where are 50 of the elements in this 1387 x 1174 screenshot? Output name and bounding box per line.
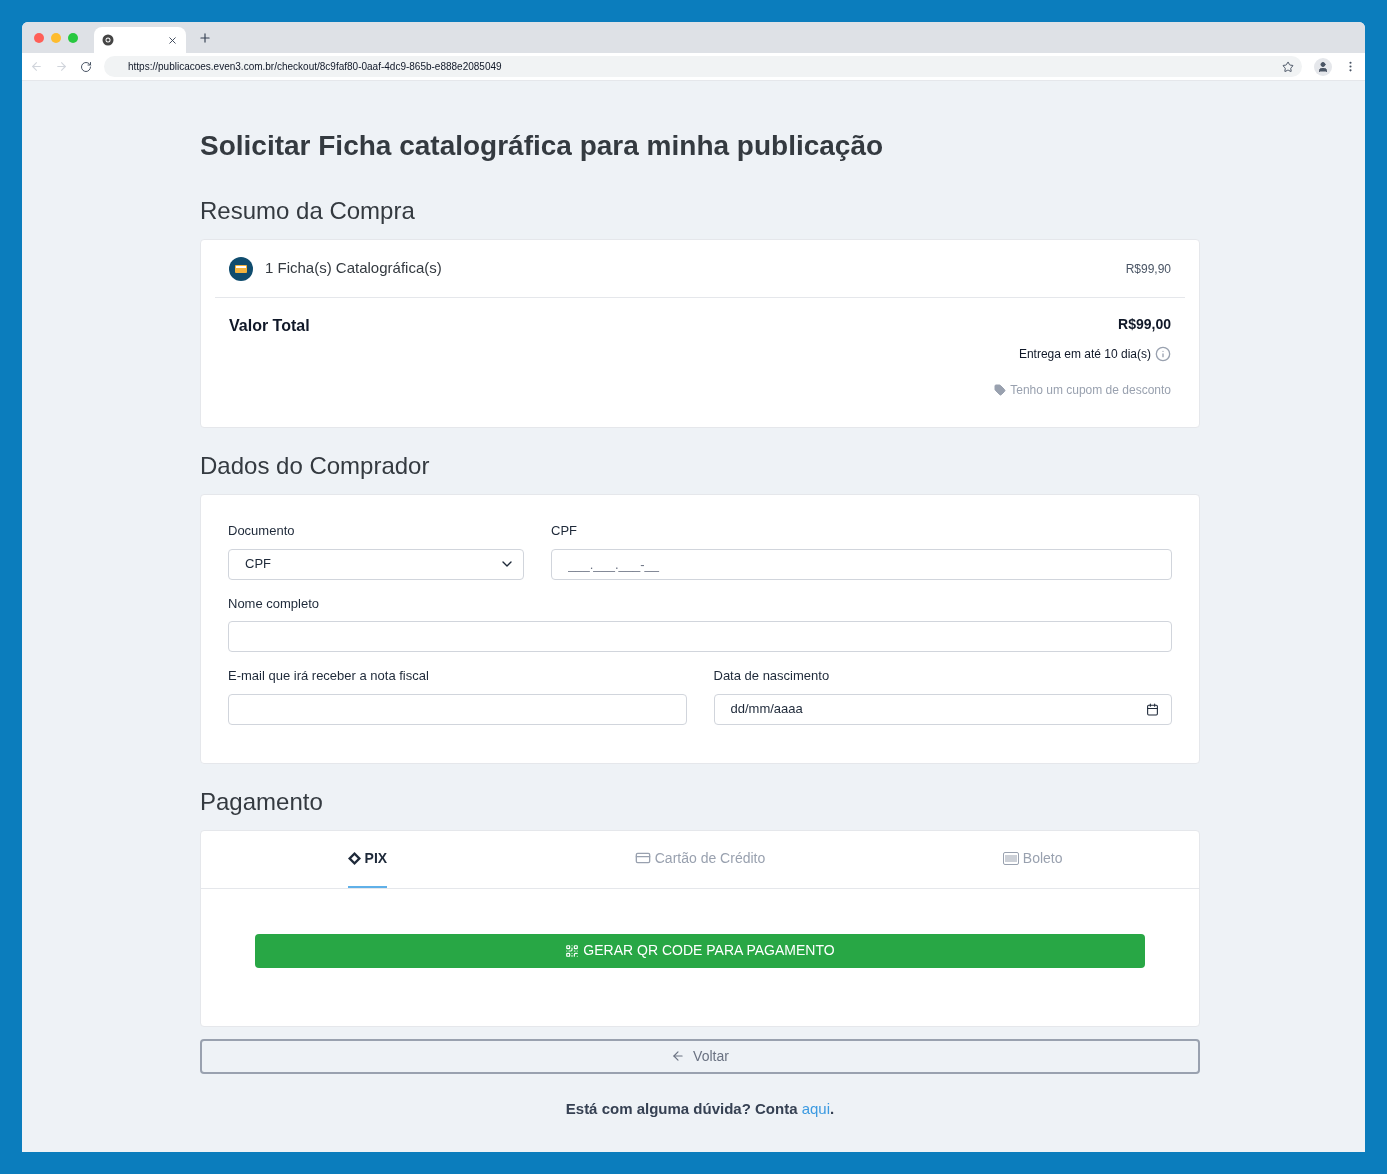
field-label: Nome completo	[228, 594, 321, 613]
payment-tab[interactable]: Boleto	[1002, 830, 1063, 888]
total-price: R$99,00	[1118, 315, 1171, 334]
close-icon[interactable]	[167, 34, 178, 46]
browser-logo-icon	[102, 34, 114, 46]
credit-card-icon	[634, 850, 651, 866]
barcode-icon	[1002, 851, 1019, 865]
arrow-left-icon	[671, 1049, 686, 1063]
product-name: 1 Ficha(s) Catalográfica(s)	[265, 258, 442, 279]
info-icon[interactable]	[1155, 346, 1171, 362]
field-label: Documento	[228, 522, 296, 540]
url-text: https://publicacoes.even3.com.br/checkout/8c9faf80-0aaf-4dc9-865b-e888e2085049	[128, 60, 502, 74]
minimize-window-icon[interactable]	[51, 32, 61, 43]
product-icon	[229, 256, 253, 281]
bookmark-star-icon[interactable]	[1282, 60, 1294, 73]
product-price: R$99,90	[1125, 260, 1171, 278]
delivery-text: Entrega em até 10 dia(s)	[1018, 346, 1151, 363]
field-label: Data de nascimento	[713, 667, 831, 685]
input-field[interactable]	[228, 621, 1172, 652]
generate-qr-button[interactable]: GERAR QR CODE PARA PAGAMENTO	[255, 933, 1145, 968]
calendar-icon	[1146, 702, 1159, 716]
document-select[interactable]: CPF	[228, 548, 524, 580]
payment-tab[interactable]: PIX	[347, 830, 388, 888]
input-field[interactable]: ___.___.___-__	[551, 548, 1172, 580]
back-button[interactable]: Voltar	[200, 1038, 1200, 1074]
close-window-icon[interactable]	[34, 32, 44, 43]
section-heading: Pagamento	[200, 786, 324, 817]
coupon-link[interactable]: Tenho um cupom de desconto	[994, 381, 1171, 399]
browser-tab[interactable]	[94, 27, 186, 53]
payment-tab[interactable]: Cartão de Crédito	[634, 830, 766, 888]
total-label: Valor Total	[229, 316, 310, 336]
forward-icon[interactable]	[55, 60, 68, 73]
qr-code-icon	[565, 943, 580, 958]
maximize-window-icon[interactable]	[68, 32, 78, 43]
page-title: Solicitar Ficha catalográfica para minha publicação	[200, 129, 885, 163]
section-heading: Dados do Comprador	[200, 451, 431, 481]
new-tab-icon[interactable]	[198, 30, 212, 45]
date-field[interactable]: dd/mm/aaaa	[713, 693, 1172, 725]
diamond-icon	[347, 851, 361, 865]
field-label: E-mail que irá receber a nota fiscal	[228, 667, 430, 685]
help-text: Está com alguma dúvida? Conta aqui.	[564, 1098, 836, 1119]
address-bar[interactable]: https://publicacoes.even3.com.br/checkout/8c9faf80-0aaf-4dc9-865b-e888e2085049	[104, 56, 1302, 77]
tag-icon	[994, 384, 1007, 396]
reload-icon[interactable]	[80, 60, 92, 73]
help-link[interactable]: aqui	[801, 1099, 831, 1117]
back-icon[interactable]	[30, 60, 43, 73]
field-label: CPF	[551, 522, 578, 540]
profile-icon[interactable]	[1314, 57, 1332, 76]
section-heading: Resumo da Compra	[200, 196, 416, 226]
input-field[interactable]	[228, 693, 687, 725]
